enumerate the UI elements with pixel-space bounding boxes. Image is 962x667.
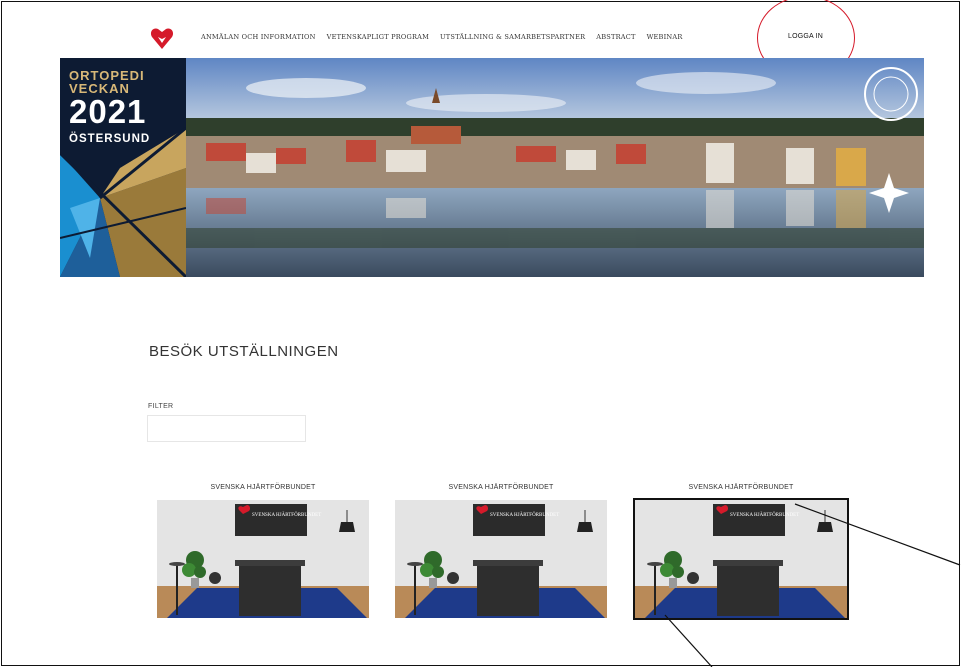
nav-item-abstract[interactable]: ABSTRACT <box>596 33 635 41</box>
login-link[interactable]: LOGGA IN <box>788 33 823 40</box>
exhibitor-name: SVENSKA HJÄRTFÖRBUNDET <box>688 484 794 491</box>
booth-illustration: SVENSKA HJÄRTFÖRBUNDET <box>157 500 369 618</box>
booth-illustration: SVENSKA HJÄRTFÖRBUNDET <box>635 500 847 618</box>
badge-title: ORTOPEDI VECKAN <box>69 69 145 95</box>
booth-logo-text: SVENSKA HJÄRTFÖRBUNDET <box>490 512 559 518</box>
filter-label: FILTER <box>148 403 174 410</box>
main-nav: ANMÄLAN OCH INFORMATION VETENSKAPLIGT PR… <box>201 33 694 41</box>
booth-image[interactable]: SVENSKA HJÄRTFÖRBUNDET <box>395 500 607 618</box>
booth-image[interactable]: SVENSKA HJÄRTFÖRBUNDET <box>633 498 849 620</box>
nav-item-program[interactable]: VETENSKAPLIGT PROGRAM <box>327 33 429 41</box>
filter-input[interactable] <box>147 415 306 442</box>
booth-logo-text: SVENSKA HJÄRTFÖRBUNDET <box>730 512 799 518</box>
exhibitor-name: SVENSKA HJÄRTFÖRBUNDET <box>210 484 316 491</box>
exhibitor-name: SVENSKA HJÄRTFÖRBUNDET <box>448 484 554 491</box>
badge-city: ÖSTERSUND <box>69 133 151 145</box>
badge-year: 2021 <box>69 93 147 130</box>
page-title: BESÖK UTSTÄLLNINGEN <box>149 343 339 360</box>
event-badge: ORTOPEDI VECKAN 2021 ÖSTERSUND <box>60 58 186 277</box>
booth-illustration: SVENSKA HJÄRTFÖRBUNDET <box>395 500 607 618</box>
city-photo <box>186 58 924 277</box>
heart-logo-icon[interactable] <box>150 28 174 50</box>
nav-item-exhibition[interactable]: UTSTÄLLNING & SAMARBETSPARTNER <box>440 33 585 41</box>
hero-banner: ORTOPEDI VECKAN 2021 ÖSTERSUND <box>60 58 924 277</box>
booth-logo-text: SVENSKA HJÄRTFÖRBUNDET <box>252 512 321 518</box>
booth-image[interactable]: SVENSKA HJÄRTFÖRBUNDET <box>157 500 369 618</box>
nav-item-registration[interactable]: ANMÄLAN OCH INFORMATION <box>201 33 316 41</box>
nav-item-webinar[interactable]: WEBINAR <box>647 33 683 41</box>
